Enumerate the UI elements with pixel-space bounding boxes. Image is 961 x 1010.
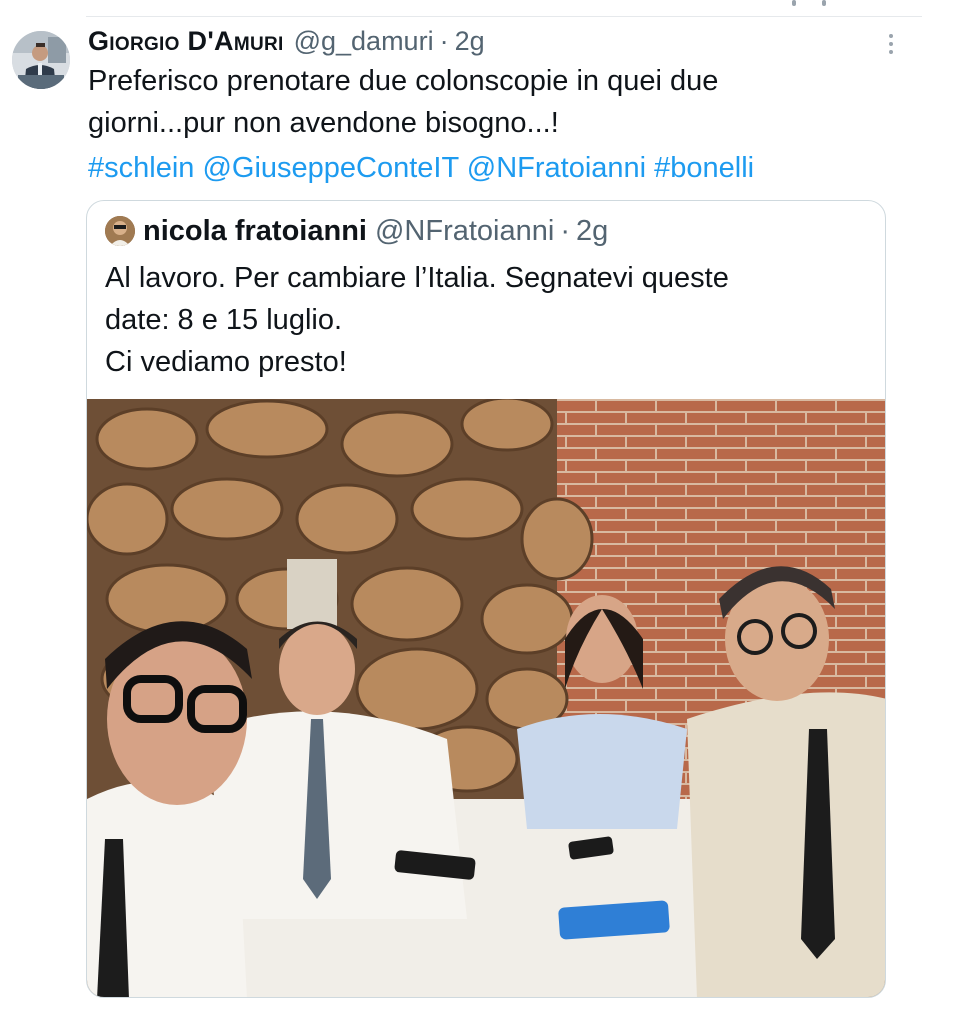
- quoted-text-line: Al lavoro. Per cambiare l’Italia. Segnat…: [105, 262, 729, 294]
- quoted-tweet-card[interactable]: nicola fratoianni @NFratoianni · 2g Al l…: [86, 200, 886, 998]
- top-divider: [86, 16, 922, 17]
- hashtag-link[interactable]: #bonelli: [654, 152, 754, 184]
- restaurant-group-photo: [87, 399, 885, 997]
- quoted-header-separator: ·: [560, 214, 570, 247]
- quoted-tweet-text: Al lavoro. Per cambiare l’Italia. Segnat…: [105, 257, 865, 383]
- mention-link[interactable]: @GiuseppeConteIT: [202, 152, 458, 184]
- mention-link[interactable]: @NFratoianni: [467, 152, 646, 184]
- author-display-name[interactable]: Giorgio D'Amuri: [88, 26, 284, 57]
- hashtag-link[interactable]: #schlein: [88, 152, 194, 184]
- quoted-user-avatar-icon: [105, 216, 135, 246]
- previous-tweet-actions-edge: [776, 0, 856, 8]
- quoted-text-line: Ci vediamo presto!: [105, 346, 347, 378]
- quoted-tweet-photo[interactable]: [87, 399, 885, 997]
- tweet-tags: #schlein @GiuseppeConteIT @NFratoianni #…: [88, 148, 754, 188]
- more-vertical-icon[interactable]: [884, 34, 898, 58]
- tweet-header: Giorgio D'Amuri @g_damuri · 2g: [88, 26, 485, 60]
- tweet-text: Preferisco prenotare due colonscopie in …: [88, 60, 908, 144]
- author-avatar[interactable]: [12, 31, 70, 89]
- tweet-text-line: Preferisco prenotare due colonscopie in …: [88, 65, 719, 97]
- quoted-author-display-name[interactable]: nicola fratoianni: [143, 215, 367, 248]
- tweet-timestamp[interactable]: 2g: [455, 26, 485, 57]
- quoted-tweet-timestamp[interactable]: 2g: [576, 215, 608, 248]
- quoted-author-handle[interactable]: @NFratoianni: [375, 215, 554, 248]
- header-separator: ·: [439, 26, 449, 56]
- quoted-tweet-header: nicola fratoianni @NFratoianni · 2g: [105, 213, 608, 249]
- tweet-text-line: giorni...pur non avendone bisogno...!: [88, 107, 559, 139]
- quoted-text-line: date: 8 e 15 luglio.: [105, 304, 343, 336]
- quoted-author-avatar[interactable]: [105, 216, 135, 246]
- user-avatar-icon: [12, 31, 70, 89]
- author-handle[interactable]: @g_damuri: [294, 26, 434, 57]
